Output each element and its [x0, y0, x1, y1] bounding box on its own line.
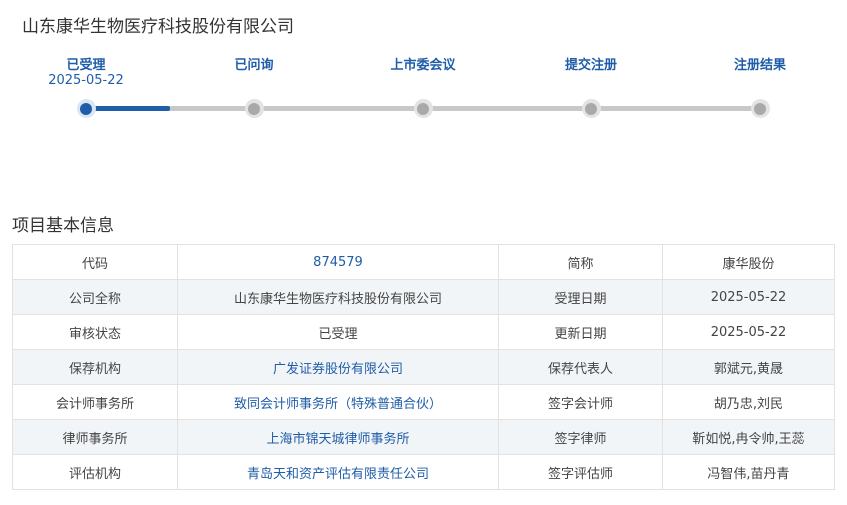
step-node-listing-committee — [413, 99, 433, 118]
field-label: 签字会计师 — [498, 384, 663, 420]
accounting-firm-link[interactable]: 致同会计师事务所（特殊普通合伙） — [177, 384, 499, 420]
field-label: 保荐机构 — [12, 349, 178, 385]
field-label: 代码 — [12, 244, 178, 280]
field-label: 签字律师 — [498, 419, 663, 455]
field-value: 2025-05-22 — [662, 279, 835, 315]
step-label-accepted[interactable]: 已受理 — [26, 54, 146, 73]
appraisal-firm-link[interactable]: 青岛天和资产评估有限责任公司 — [177, 454, 499, 490]
progress-track-fill — [86, 106, 170, 111]
law-firm-link[interactable]: 上海市锦天城律师事务所 — [177, 419, 499, 455]
step-label-registration-result[interactable]: 注册结果 — [700, 54, 820, 73]
section-title: 项目基本信息 — [12, 216, 114, 236]
field-label: 保荐代表人 — [498, 349, 663, 385]
stock-code-link[interactable]: 874579 — [177, 244, 499, 280]
field-label: 审核状态 — [12, 314, 178, 350]
field-value: 山东康华生物医疗科技股份有限公司 — [177, 279, 499, 315]
step-node-inquiry — [244, 99, 264, 118]
field-value: 2025-05-22 — [662, 314, 835, 350]
field-value: 冯智伟,苗丹青 — [662, 454, 835, 490]
field-label: 律师事务所 — [12, 419, 178, 455]
progress-steps: 已受理 2025-05-22 已问询 上市委会议 提交注册 注册结果 — [0, 0, 847, 140]
step-node-submit-registration — [581, 99, 601, 118]
table-row: 代码 874579 简称 康华股份 — [12, 244, 835, 280]
field-label: 会计师事务所 — [12, 384, 178, 420]
project-info-table: 代码 874579 简称 康华股份 公司全称 山东康华生物医疗科技股份有限公司 … — [12, 244, 835, 490]
step-label-submit-registration[interactable]: 提交注册 — [531, 54, 651, 73]
field-value: 胡乃忠,刘民 — [662, 384, 835, 420]
sponsor-link[interactable]: 广发证券股份有限公司 — [177, 349, 499, 385]
table-row: 审核状态 已受理 更新日期 2025-05-22 — [12, 314, 835, 350]
table-row: 评估机构 青岛天和资产评估有限责任公司 签字评估师 冯智伟,苗丹青 — [12, 454, 835, 490]
field-value: 靳如悦,冉令帅,王蕊 — [662, 419, 835, 455]
field-label: 简称 — [498, 244, 663, 280]
table-row: 会计师事务所 致同会计师事务所（特殊普通合伙） 签字会计师 胡乃忠,刘民 — [12, 384, 835, 420]
field-label: 受理日期 — [498, 279, 663, 315]
field-value: 郭斌元,黄晟 — [662, 349, 835, 385]
step-node-registration-result — [750, 99, 770, 118]
table-row: 公司全称 山东康华生物医疗科技股份有限公司 受理日期 2025-05-22 — [12, 279, 835, 315]
field-value: 已受理 — [177, 314, 499, 350]
step-label-listing-committee[interactable]: 上市委会议 — [363, 54, 483, 73]
table-row: 保荐机构 广发证券股份有限公司 保荐代表人 郭斌元,黄晟 — [12, 349, 835, 385]
step-date-accepted: 2025-05-22 — [48, 73, 124, 88]
field-value: 康华股份 — [662, 244, 835, 280]
step-node-accepted — [76, 99, 96, 118]
field-label: 更新日期 — [498, 314, 663, 350]
field-label: 评估机构 — [12, 454, 178, 490]
field-label: 签字评估师 — [498, 454, 663, 490]
step-label-inquiry[interactable]: 已问询 — [194, 54, 314, 73]
table-row: 律师事务所 上海市锦天城律师事务所 签字律师 靳如悦,冉令帅,王蕊 — [12, 419, 835, 455]
field-label: 公司全称 — [12, 279, 178, 315]
